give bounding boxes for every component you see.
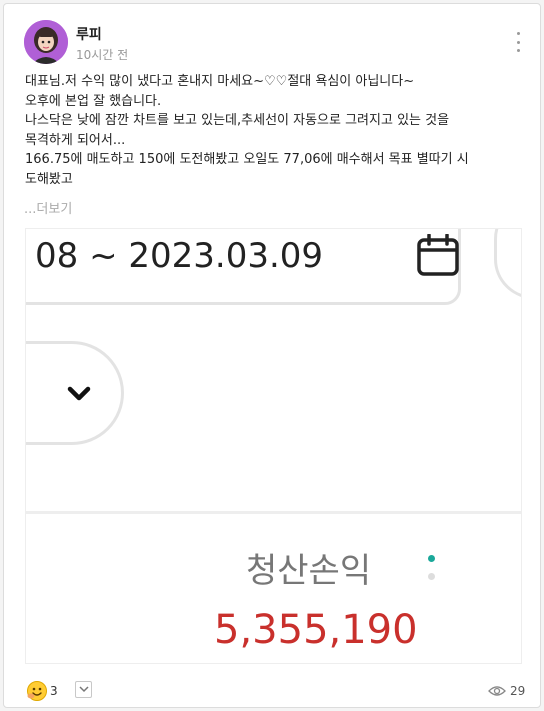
eye-icon [488, 686, 506, 696]
date-range-box: 08 ~ 2023.03.09 [26, 229, 461, 305]
pnl-value: 5,355,190 [214, 607, 418, 653]
side-panel-edge [494, 229, 521, 299]
post-image[interactable]: 08 ~ 2023.03.09 청산손익 5,355,190 [25, 228, 522, 664]
expand-reactions-button[interactable] [75, 681, 92, 698]
read-more-link[interactable]: ...더보기 [24, 198, 72, 217]
dropdown-select [26, 341, 124, 445]
chevron-down-icon [67, 386, 91, 401]
calendar-icon [417, 234, 459, 276]
view-count: 29 [510, 684, 526, 698]
chevron-down-icon [79, 686, 89, 693]
reaction-count: 3 [50, 684, 58, 698]
avatar[interactable] [24, 20, 68, 64]
post-time: 10시간 전 [76, 48, 129, 62]
page-indicator-inactive [428, 573, 435, 580]
post-card: 루피 10시간 전 대표님.저 수익 많이 냈다고 혼내지 마세요~♡♡절대 욕… [3, 3, 541, 708]
divider [26, 511, 521, 514]
more-vertical-icon[interactable] [512, 32, 524, 52]
pnl-label: 청산손익 [246, 551, 372, 591]
post-body: 대표님.저 수익 많이 냈다고 혼내지 마세요~♡♡절대 욕심이 아닙니다~ 오… [25, 74, 469, 187]
date-range-text: 08 ~ 2023.03.09 [35, 236, 324, 276]
page-indicator-active [428, 555, 435, 562]
author-name[interactable]: 루피 [76, 24, 102, 44]
smiley-emoji-icon[interactable] [26, 680, 48, 702]
